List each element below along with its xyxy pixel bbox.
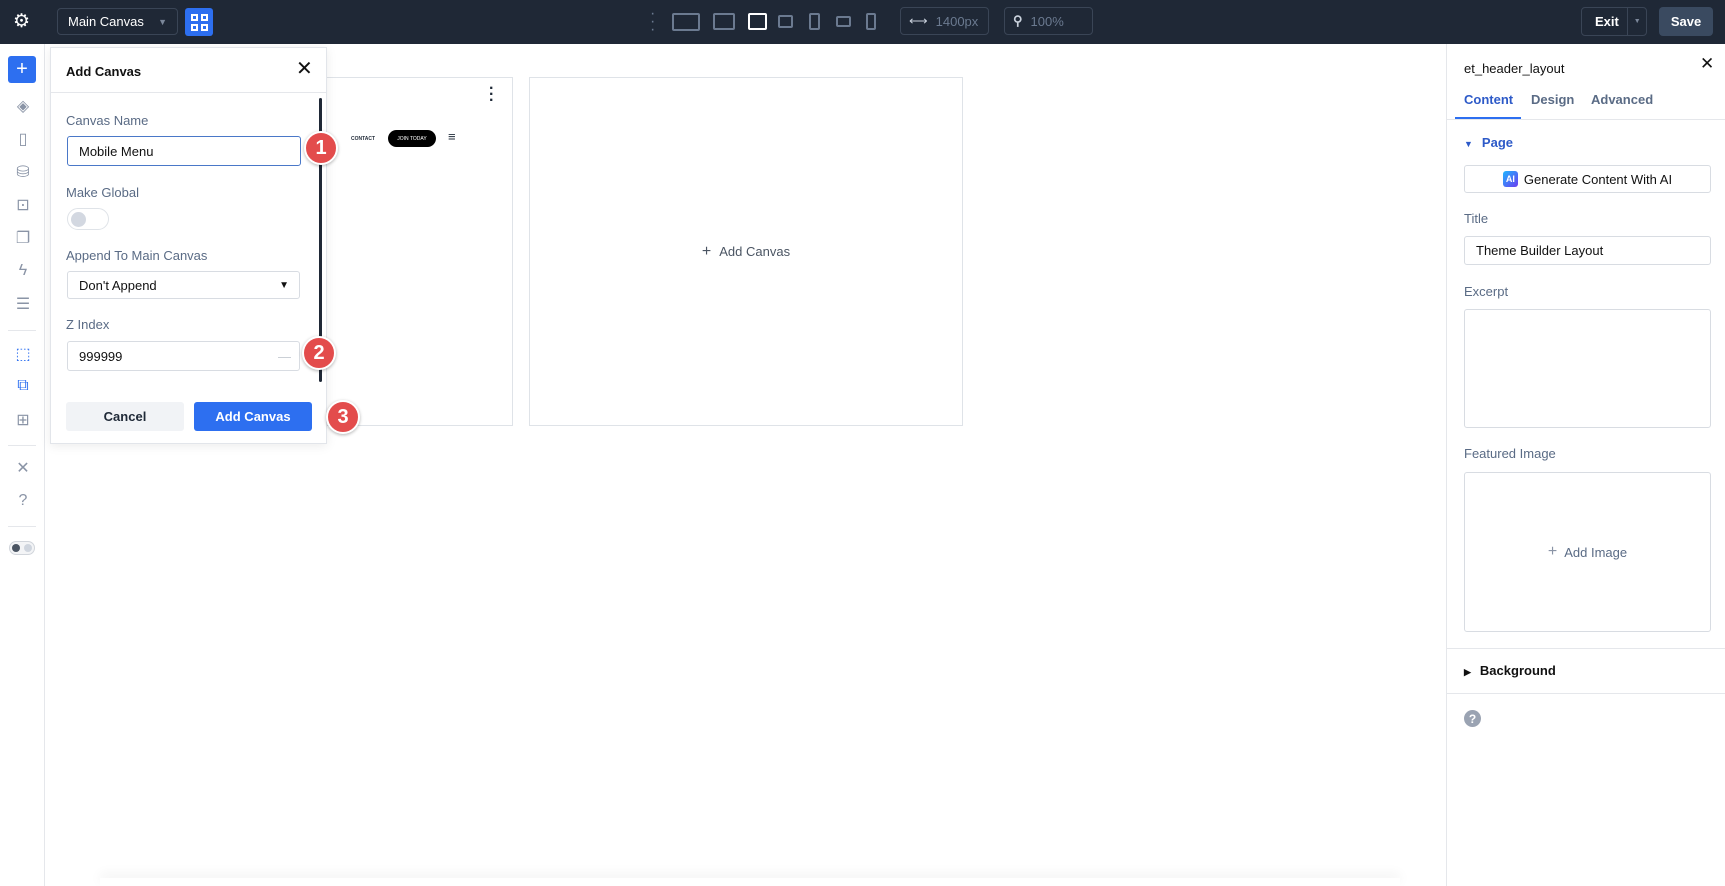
divider xyxy=(8,445,36,446)
title-label: Title xyxy=(1464,211,1489,226)
z-index-label: Z Index xyxy=(66,317,110,332)
append-select[interactable]: Don't Append ▼ xyxy=(67,271,300,299)
canvas-select[interactable]: Main Canvas ▼ xyxy=(57,8,178,35)
zoom-search-icon: ⚲ xyxy=(1013,13,1023,28)
preview-hamburger-icon: ≡ xyxy=(448,129,456,144)
help-icon[interactable]: ? xyxy=(12,490,34,512)
desktop-xl-view-icon[interactable] xyxy=(672,13,700,31)
canvas-grid-button[interactable] xyxy=(185,8,213,36)
dialog-title: Add Canvas xyxy=(66,64,142,79)
page-settings-icon[interactable]: ⊡ xyxy=(12,194,34,216)
top-toolbar: ⚙ Main Canvas ▼ · · · ⟷ 1400px ⚲ 100% Exit ▼… xyxy=(0,0,1725,44)
cancel-button[interactable]: Cancel xyxy=(66,402,184,431)
divider xyxy=(8,330,36,331)
canvas-bottom-shadow xyxy=(100,878,1400,886)
plus-icon: + xyxy=(1547,543,1558,560)
width-arrows-icon: ⟷ xyxy=(909,13,928,28)
width-input[interactable]: ⟷ 1400px xyxy=(900,7,989,35)
card-more-icon[interactable]: · · · xyxy=(489,81,494,109)
panel-close-icon[interactable]: ✕ xyxy=(1700,54,1714,74)
tablet-landscape-view-icon[interactable] xyxy=(748,13,767,30)
z-index-input[interactable]: 999999— xyxy=(67,341,300,371)
canvas-name-input[interactable]: Mobile Menu xyxy=(67,136,301,166)
settings-panel: et_header_layout ✕ Content Design Advanc… xyxy=(1446,44,1725,886)
excerpt-textarea[interactable] xyxy=(1464,309,1711,428)
canvas-multi-icon[interactable]: ⧉ xyxy=(12,375,34,397)
canvas-select-icon[interactable]: ⬚ xyxy=(12,343,34,365)
phone-view-icon[interactable] xyxy=(866,13,876,30)
left-sidebar: + ◈ ▯ ⛁ ⊡ ❐ ϟ ☰ ⬚ ⧉ ⊞ ✕ ? xyxy=(0,44,45,886)
title-input[interactable]: Theme Builder Layout xyxy=(1464,236,1711,265)
zoom-input[interactable]: ⚲ 100% xyxy=(1004,7,1093,35)
make-global-toggle[interactable] xyxy=(67,208,109,230)
exit-dropdown-chevron-icon[interactable]: ▼ xyxy=(1627,8,1646,35)
generate-ai-button[interactable]: AI Generate Content With AI xyxy=(1464,165,1711,193)
tab-design[interactable]: Design xyxy=(1531,92,1574,107)
phone-landscape-view-icon[interactable] xyxy=(836,16,851,27)
divider xyxy=(1447,648,1725,649)
excerpt-label: Excerpt xyxy=(1464,284,1509,299)
caret-right-icon: ▶ xyxy=(1464,667,1471,677)
callout-2: 2 xyxy=(302,336,336,370)
chevron-down-icon: ▼ xyxy=(279,279,289,291)
append-label: Append To Main Canvas xyxy=(66,248,208,263)
help-circle-icon[interactable]: ? xyxy=(1464,710,1481,727)
tools-icon[interactable]: ✕ xyxy=(12,457,34,479)
desktop-view-icon[interactable] xyxy=(713,13,735,30)
layers-icon[interactable]: ◈ xyxy=(12,95,34,117)
minus-icon[interactable]: — xyxy=(278,349,291,364)
panel-title: et_header_layout xyxy=(1464,61,1565,76)
callout-3: 3 xyxy=(326,400,360,434)
divider xyxy=(8,526,36,527)
save-button[interactable]: Save xyxy=(1659,7,1713,36)
callout-1: 1 xyxy=(304,131,338,165)
more-vertical-icon[interactable]: · · · xyxy=(650,6,655,38)
mode-toggle[interactable] xyxy=(9,541,35,555)
tablet-view-icon[interactable] xyxy=(778,15,793,28)
layout-preview-icon[interactable]: ⊞ xyxy=(12,409,34,431)
preview-join-button: JOIN TODAY xyxy=(388,130,436,147)
chevron-down-icon: ▼ xyxy=(158,16,167,27)
sections-icon[interactable]: ☰ xyxy=(12,293,34,315)
divider xyxy=(1447,119,1725,120)
exit-button[interactable]: Exit ▼ xyxy=(1581,7,1647,36)
featured-image-label: Featured Image xyxy=(1464,446,1556,461)
tab-advanced[interactable]: Advanced xyxy=(1591,92,1653,107)
close-icon[interactable]: ✕ xyxy=(296,56,313,81)
ai-icon: AI xyxy=(1502,171,1518,187)
add-canvas-card[interactable]: + Add Canvas xyxy=(529,77,963,426)
add-canvas-submit-button[interactable]: Add Canvas xyxy=(194,402,312,431)
lightning-icon[interactable]: ϟ xyxy=(12,260,34,282)
section-page-toggle[interactable]: ▼ Page xyxy=(1464,135,1513,150)
settings-gear-icon[interactable]: ⚙ xyxy=(13,10,30,33)
section-background-toggle[interactable]: ▶ Background xyxy=(1464,663,1556,678)
preview-nav-contact: CONTACT xyxy=(351,136,376,142)
add-element-button[interactable]: + xyxy=(8,56,36,83)
theme-customizer-icon[interactable]: ▯ xyxy=(12,128,34,150)
featured-image-dropzone[interactable]: + Add Image xyxy=(1464,472,1711,632)
caret-down-icon: ▼ xyxy=(1464,139,1473,149)
tab-content[interactable]: Content xyxy=(1464,92,1513,107)
divider xyxy=(1447,693,1725,694)
add-canvas-dialog: Add Canvas ✕ Canvas Name Mobile Menu Mak… xyxy=(50,47,327,444)
database-icon[interactable]: ⛁ xyxy=(12,161,34,183)
make-global-label: Make Global xyxy=(66,185,139,200)
plus-icon: + xyxy=(701,242,712,260)
divider xyxy=(51,92,326,93)
tablet-portrait-view-icon[interactable] xyxy=(809,13,820,30)
canvas-name-label: Canvas Name xyxy=(66,113,149,128)
pages-icon[interactable]: ❐ xyxy=(12,227,34,249)
